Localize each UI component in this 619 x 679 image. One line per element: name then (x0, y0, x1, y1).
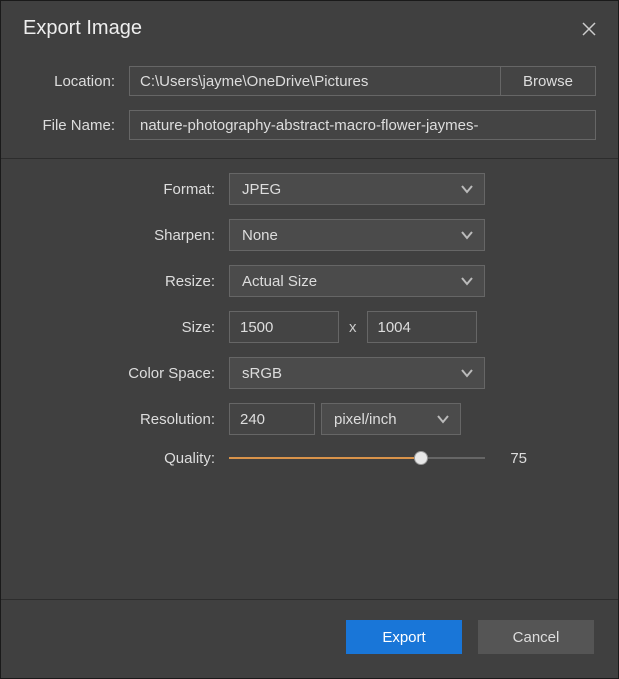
quality-slider[interactable] (229, 449, 485, 467)
format-value: JPEG (242, 181, 281, 198)
colorspace-label: Color Space: (23, 365, 229, 382)
colorspace-value: sRGB (242, 365, 282, 382)
resize-value: Actual Size (242, 273, 317, 290)
cancel-button[interactable]: Cancel (478, 620, 594, 654)
sharpen-label: Sharpen: (23, 227, 229, 244)
close-button[interactable] (580, 20, 598, 38)
format-select[interactable]: JPEG (229, 173, 485, 205)
export-image-dialog: Export Image Location: Browse File Name:… (0, 0, 619, 679)
resolution-unit-select[interactable]: pixel/inch (321, 403, 461, 435)
chevron-down-icon (460, 366, 474, 380)
resolution-input[interactable] (229, 403, 315, 435)
browse-button[interactable]: Browse (500, 66, 596, 96)
resolution-label: Resolution: (23, 411, 229, 428)
chevron-down-icon (460, 182, 474, 196)
sharpen-value: None (242, 227, 278, 244)
location-input[interactable] (129, 66, 500, 96)
colorspace-select[interactable]: sRGB (229, 357, 485, 389)
format-label: Format: (23, 181, 229, 198)
export-button[interactable]: Export (346, 620, 462, 654)
resize-label: Resize: (23, 273, 229, 290)
size-label: Size: (23, 319, 229, 336)
filename-label: File Name: (23, 117, 129, 134)
size-x-label: x (345, 319, 361, 336)
chevron-down-icon (460, 228, 474, 242)
filename-input[interactable] (129, 110, 596, 140)
chevron-down-icon (460, 274, 474, 288)
options-section: Format: JPEG Sharpen: None Resize: (1, 159, 618, 485)
titlebar: Export Image (1, 1, 618, 52)
dialog-title: Export Image (23, 17, 142, 40)
quality-label: Quality: (23, 450, 229, 467)
quality-value: 75 (503, 450, 527, 467)
chevron-down-icon (436, 412, 450, 426)
close-icon (581, 21, 597, 37)
slider-track-fill (229, 457, 421, 459)
slider-thumb[interactable] (414, 451, 428, 465)
location-label: Location: (23, 73, 129, 90)
resize-select[interactable]: Actual Size (229, 265, 485, 297)
height-input[interactable] (367, 311, 477, 343)
resolution-unit-value: pixel/inch (334, 411, 397, 428)
sharpen-select[interactable]: None (229, 219, 485, 251)
width-input[interactable] (229, 311, 339, 343)
file-section: Location: Browse File Name: (1, 52, 618, 158)
dialog-footer: Export Cancel (1, 599, 618, 678)
